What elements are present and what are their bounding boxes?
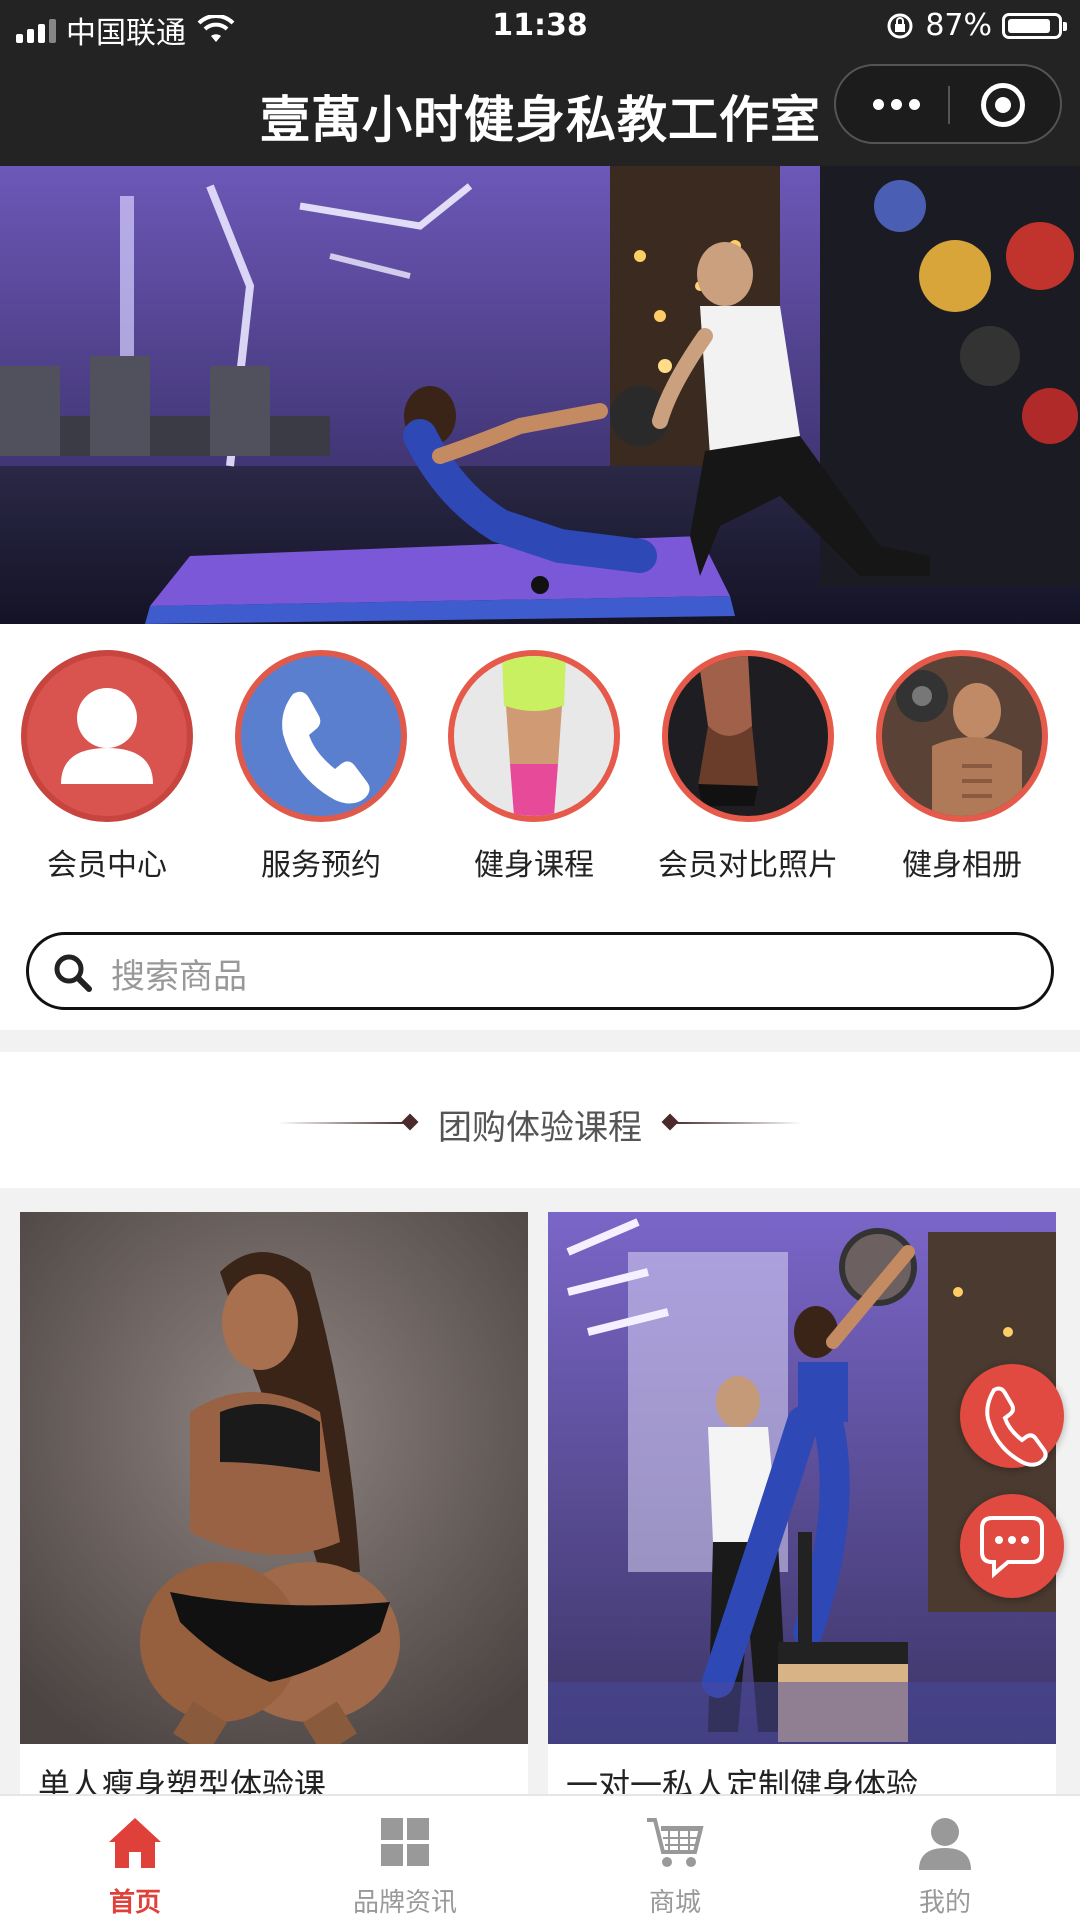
tab-label: 商城 bbox=[648, 1888, 701, 1918]
tab-label: 我的 bbox=[918, 1888, 971, 1918]
tab-brand-news[interactable]: 品牌资讯 bbox=[325, 1814, 485, 1919]
product-image bbox=[20, 1212, 528, 1744]
cart-icon bbox=[645, 1814, 705, 1872]
fitness-course-photo bbox=[448, 650, 620, 822]
quick-item-label: 健身相册 bbox=[902, 848, 1022, 883]
phone-icon bbox=[235, 650, 407, 822]
quick-item-fitness-course[interactable]: 健身课程 bbox=[444, 650, 624, 884]
section-header: 团购体验课程 bbox=[0, 1052, 1080, 1188]
page-title: 壹萬小时健身私教工作室 bbox=[260, 91, 821, 149]
call-button[interactable] bbox=[960, 1364, 1064, 1468]
miniprogram-capsule bbox=[834, 64, 1062, 144]
nav-bar: 壹萬小时健身私教工作室 bbox=[0, 54, 1080, 166]
tab-mall[interactable]: 商城 bbox=[595, 1814, 755, 1919]
title-divider-right bbox=[672, 1122, 802, 1124]
quick-item-member-center[interactable]: 会员中心 bbox=[17, 650, 197, 884]
search-bar[interactable]: 搜索商品 bbox=[26, 932, 1054, 1010]
close-miniprogram-button[interactable] bbox=[981, 83, 1025, 127]
more-button[interactable] bbox=[866, 66, 926, 142]
quick-item-label: 服务预约 bbox=[261, 848, 381, 883]
tab-label: 品牌资讯 bbox=[352, 1888, 457, 1918]
phone-icon bbox=[985, 1386, 1048, 1467]
battery-percent: 87% bbox=[925, 8, 992, 43]
quick-item-label: 健身课程 bbox=[474, 848, 594, 883]
carousel-indicator[interactable] bbox=[531, 576, 549, 594]
status-bar: 中国联通 11:38 87% bbox=[0, 0, 1080, 54]
user-icon bbox=[21, 650, 193, 822]
quick-menu: 会员中心 服务预约 健身课程 会员对比照片 健身相册 搜索商品 bbox=[0, 624, 1080, 1030]
tab-label: 首页 bbox=[108, 1888, 161, 1918]
profile-icon bbox=[915, 1814, 975, 1872]
quick-item-booking[interactable]: 服务预约 bbox=[231, 650, 411, 884]
quick-item-label: 会员中心 bbox=[47, 848, 167, 883]
search-icon bbox=[54, 954, 92, 992]
grid-icon bbox=[375, 1814, 435, 1872]
chat-button[interactable] bbox=[960, 1494, 1064, 1598]
product-image bbox=[548, 1212, 1056, 1744]
member-compare-photo bbox=[662, 650, 834, 822]
search-input[interactable]: 搜索商品 bbox=[111, 949, 247, 998]
banner-carousel[interactable] bbox=[0, 166, 1080, 624]
fitness-album-photo bbox=[876, 650, 1048, 822]
quick-item-fitness-album[interactable]: 健身相册 bbox=[872, 650, 1052, 884]
chat-icon bbox=[980, 1516, 1044, 1579]
quick-item-label: 会员对比照片 bbox=[658, 848, 838, 883]
banner-gym-photo bbox=[0, 166, 1080, 624]
capsule-divider bbox=[948, 86, 950, 124]
quick-item-member-compare[interactable]: 会员对比照片 bbox=[658, 650, 838, 884]
home-icon bbox=[105, 1814, 165, 1872]
tab-me[interactable]: 我的 bbox=[865, 1814, 1025, 1919]
tab-bar: 首页 品牌资讯 商城 我的 bbox=[0, 1794, 1080, 1920]
tab-home[interactable]: 首页 bbox=[55, 1814, 215, 1919]
orientation-lock-icon bbox=[887, 13, 913, 38]
product-card[interactable]: 单人瘦身塑型体验课 bbox=[20, 1212, 528, 1812]
battery-icon bbox=[1002, 12, 1067, 39]
section-title: 团购体验课程 bbox=[438, 1108, 642, 1148]
